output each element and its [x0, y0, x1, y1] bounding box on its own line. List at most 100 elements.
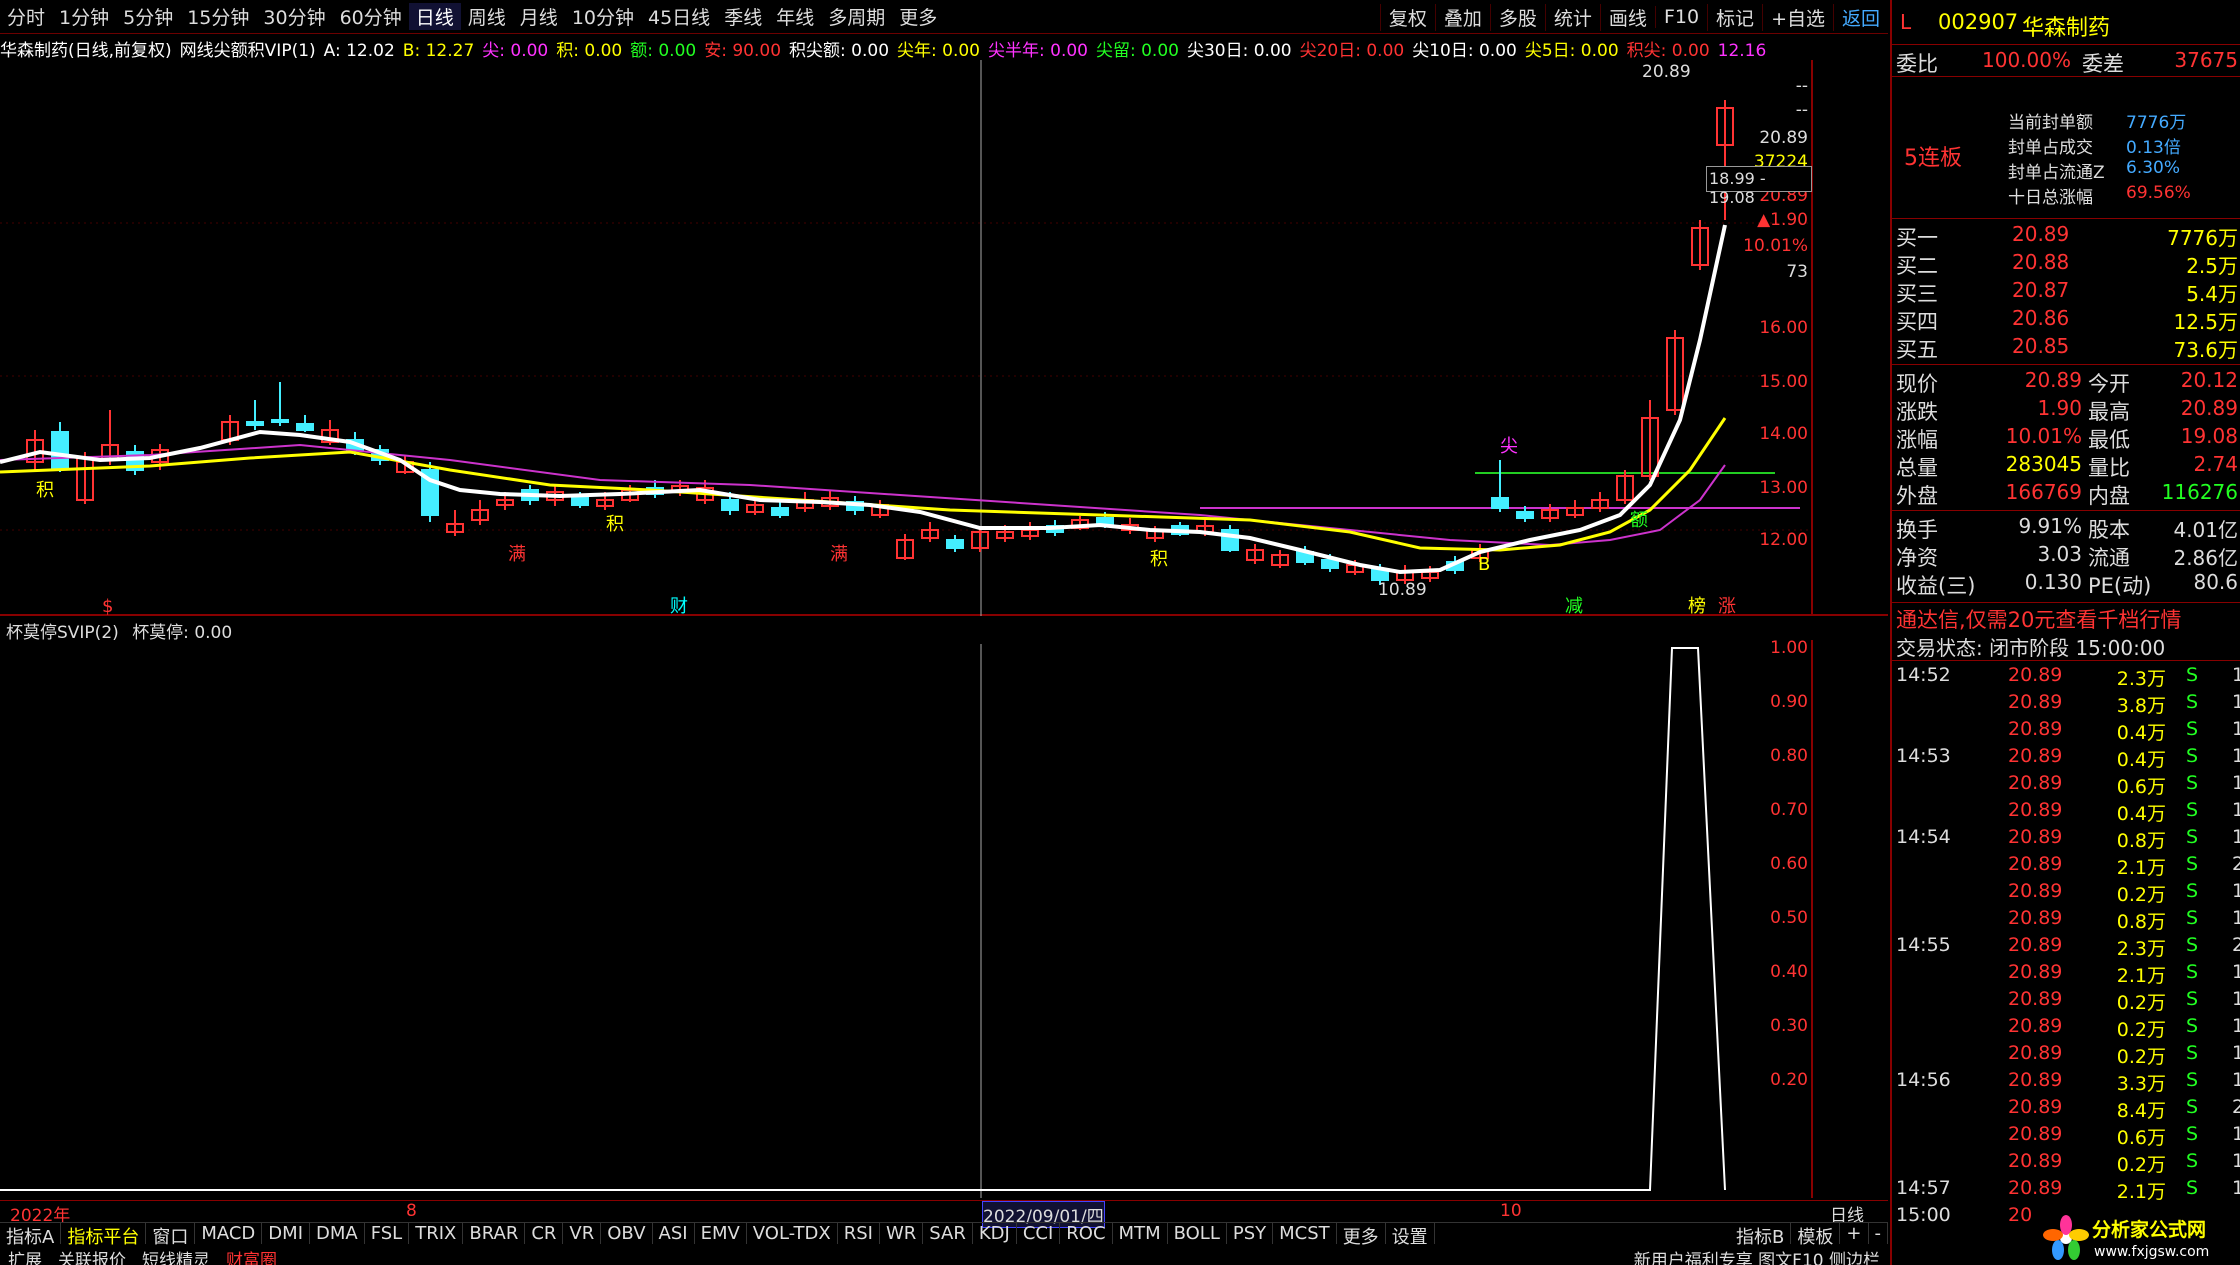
indicator-tab-6[interactable]: FSL: [365, 1223, 410, 1244]
indicator-tab-14[interactable]: VOL-TDX: [747, 1223, 838, 1244]
indicator-tab-0[interactable]: 指标A: [0, 1223, 62, 1248]
period-4[interactable]: 30分钟: [256, 3, 332, 30]
price-axis-label: 12.00: [1759, 530, 1808, 550]
tool-button-4[interactable]: 画线: [1599, 3, 1655, 31]
panel-tab-1[interactable]: 关联报价: [50, 1246, 134, 1265]
tick-count: 1: [2232, 745, 2240, 767]
quote-label: 外盘: [1896, 484, 1938, 508]
tick-volume: 2.1万: [2116, 857, 2166, 879]
bid-price: 20.87: [2012, 278, 2070, 302]
high-price-label: 20.89: [1642, 62, 1691, 82]
indicator-tab-15[interactable]: RSI: [838, 1223, 880, 1244]
indicator-tab-5[interactable]: DMA: [310, 1223, 365, 1244]
tick-volume: 0.8万: [2116, 911, 2166, 933]
bottom-mark: 财: [670, 596, 688, 616]
quote-value2: 116276: [2161, 480, 2238, 504]
period-9[interactable]: 10分钟: [565, 3, 641, 30]
indicator-value-13: 尖20日: 0.00: [1299, 41, 1405, 60]
period-10[interactable]: 45日线: [641, 3, 717, 30]
level2-ad-link[interactable]: 通达信,仅需20元查看千档行情: [1896, 604, 2181, 634]
indicator-tab-9[interactable]: CR: [525, 1223, 564, 1244]
period-11[interactable]: 季线: [717, 3, 769, 30]
period-5[interactable]: 60分钟: [333, 3, 409, 30]
indicator-tab-21[interactable]: MTM: [1113, 1223, 1168, 1244]
tick-volume: 0.4万: [2116, 749, 2166, 771]
tick-price: 20.89: [2008, 880, 2063, 902]
panel-tab-2[interactable]: 短线精灵: [134, 1246, 218, 1265]
seal-value: 6.30%: [2126, 158, 2181, 178]
period-13[interactable]: 多周期: [821, 3, 892, 30]
bid-volume: 12.5万: [2173, 310, 2238, 334]
period-12[interactable]: 年线: [769, 3, 821, 30]
tick-volume: 3.8万: [2116, 695, 2166, 717]
tick-row: 20.89 8.4万 S 2: [1896, 1096, 2240, 1123]
tool-button-5[interactable]: F10: [1654, 6, 1707, 28]
tab-right-2[interactable]: +: [1840, 1223, 1869, 1244]
tool-button-7[interactable]: +自选: [1762, 3, 1833, 31]
period-6[interactable]: 日线: [408, 3, 461, 30]
indicator-value-11: 尖留: 0.00: [1095, 41, 1179, 60]
indicator-tab-26[interactable]: 设置: [1386, 1223, 1435, 1248]
indicator-tab-3[interactable]: MACD: [195, 1223, 263, 1244]
tick-count: 1: [2232, 1150, 2240, 1172]
period-1[interactable]: 1分钟: [52, 3, 116, 30]
indicator-tab-20[interactable]: ROC: [1060, 1223, 1113, 1244]
bid-volume: 2.5万: [2186, 254, 2238, 278]
tool-button-3[interactable]: 统计: [1544, 3, 1600, 31]
indicator-value-14: 尖10日: 0.00: [1412, 41, 1517, 60]
indicator-tab-18[interactable]: KDJ: [973, 1223, 1017, 1244]
indicator-tab-24[interactable]: MCST: [1273, 1223, 1337, 1244]
indicator-tab-16[interactable]: WR: [880, 1223, 924, 1244]
indicator-tab-19[interactable]: CCI: [1017, 1223, 1061, 1244]
indicator-tab-8[interactable]: BRAR: [463, 1223, 526, 1244]
tab-right-0[interactable]: 指标B: [1730, 1223, 1792, 1248]
indicator-tab-1[interactable]: 指标平台: [61, 1223, 147, 1248]
indicator-tab-4[interactable]: DMI: [262, 1223, 310, 1244]
tick-time: 14:55: [1896, 934, 1951, 956]
tick-count: 1: [2232, 961, 2240, 983]
period-8[interactable]: 月线: [513, 3, 565, 30]
weibi-label: 委比: [1896, 52, 1938, 76]
sub-indicator-chart[interactable]: [0, 640, 1888, 1198]
indicator-tab-11[interactable]: OBV: [601, 1223, 653, 1244]
indicator-tab-17[interactable]: SAR: [923, 1223, 973, 1244]
return-button[interactable]: 返回: [1832, 3, 1888, 31]
bid-volume: 7776万: [2167, 226, 2238, 250]
period-2[interactable]: 5分钟: [116, 3, 180, 30]
tick-row: 20.89 0.2万 S 1: [1896, 1015, 2240, 1042]
weibi-value: 100.00%: [1982, 48, 2071, 72]
stock-name: 华森制药: [2022, 16, 2111, 41]
tool-button-6[interactable]: 标记: [1707, 3, 1762, 31]
tool-button-2[interactable]: 多股: [1489, 3, 1545, 31]
bid-price: 20.86: [2012, 306, 2070, 330]
period-7[interactable]: 周线: [461, 3, 513, 30]
kline-chart[interactable]: 积满积满 积尖B额$ 财减榜涨: [0, 60, 1888, 616]
promo-link[interactable]: 新用户福利专享 图文F10 侧边栏: [1626, 1246, 1888, 1265]
indicator-tab-25[interactable]: 更多: [1337, 1223, 1386, 1248]
sub-axis-label: 0.50: [1770, 908, 1808, 928]
indicator-tab-22[interactable]: BOLL: [1168, 1223, 1227, 1244]
tab-right-1[interactable]: 模板: [1791, 1223, 1841, 1248]
indicator-tab-13[interactable]: EMV: [695, 1223, 747, 1244]
tick-row: 20.89 0.4万 S 1: [1896, 718, 2240, 745]
tick-price: 20.89: [2008, 1042, 2063, 1064]
indicator-tab-7[interactable]: TRIX: [409, 1223, 464, 1244]
period-0[interactable]: 分时: [0, 3, 52, 30]
tool-button-0[interactable]: 复权: [1379, 3, 1435, 31]
period-3[interactable]: 15分钟: [180, 3, 256, 30]
indicator-tab-2[interactable]: 窗口: [146, 1223, 196, 1248]
tool-button-1[interactable]: 叠加: [1434, 3, 1490, 31]
indicator-tab-23[interactable]: PSY: [1227, 1223, 1274, 1244]
quote-label: 涨跌: [1896, 400, 1938, 424]
fund-label2: 流通: [2088, 546, 2130, 570]
panel-tab-3[interactable]: 财富圈: [218, 1246, 285, 1265]
indicator-tab-12[interactable]: ASI: [653, 1223, 695, 1244]
tab-right-3[interactable]: -: [1869, 1223, 1888, 1244]
indicator-tab-10[interactable]: VR: [563, 1223, 602, 1244]
indicator-value-8: 积尖额: 0.00: [789, 41, 890, 60]
tick-price: 20.89: [2008, 907, 2063, 929]
panel-tab-0[interactable]: 扩展: [0, 1246, 50, 1265]
tick-row: 20.89 0.2万 S 1: [1896, 880, 2240, 907]
period-14[interactable]: 更多: [892, 3, 944, 30]
tick-volume: 8.4万: [2116, 1100, 2166, 1122]
